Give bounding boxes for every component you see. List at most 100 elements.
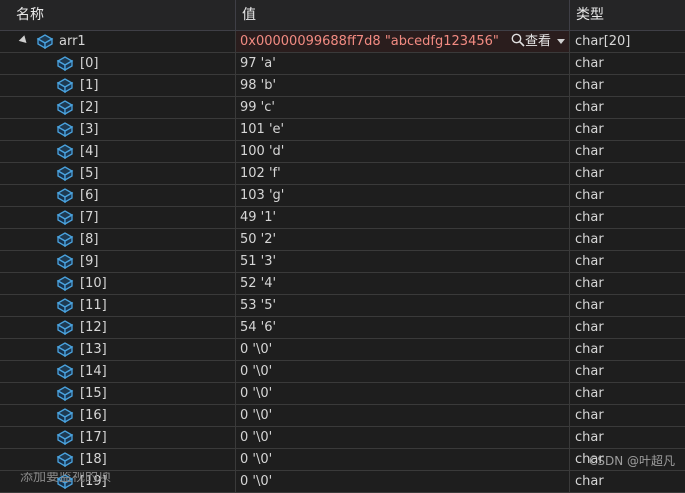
value-cell[interactable]: 101 'e' <box>236 119 569 140</box>
value-cell[interactable]: 50 '2' <box>236 229 569 250</box>
header-type[interactable]: 类型 <box>570 0 685 30</box>
element-index: [12] <box>80 320 107 335</box>
value-cell[interactable]: 99 'c' <box>236 97 569 118</box>
name-cell: [5] <box>0 163 235 184</box>
name-cell: [14] <box>0 361 235 382</box>
type-cell: char <box>575 188 604 203</box>
collapse-triangle-icon[interactable] <box>18 35 30 46</box>
watch-row-element[interactable]: [4] 100 'd' char <box>0 141 685 163</box>
element-index: [17] <box>80 430 107 445</box>
variable-cube-icon <box>56 342 74 357</box>
viewer-label: 查看 <box>524 34 551 49</box>
element-index: [11] <box>80 298 107 313</box>
header-value[interactable]: 值 <box>236 0 569 30</box>
add-watch-placeholder[interactable]: 添加要监视的项 <box>20 472 111 482</box>
watch-row-element[interactable]: [6] 103 'g' char <box>0 185 685 207</box>
variable-cube-icon <box>56 166 74 181</box>
watch-row-element[interactable]: [14] 0 '\0' char <box>0 361 685 383</box>
watch-row-element[interactable]: [8] 50 '2' char <box>0 229 685 251</box>
watch-row-element[interactable]: [1] 98 'b' char <box>0 75 685 97</box>
watch-row-arr1[interactable]: arr1 0x00000099688ff7d8 "abcedfg123456" … <box>0 31 685 53</box>
element-index: [8] <box>80 232 99 247</box>
name-cell: [6] <box>0 185 235 206</box>
type-cell: char <box>575 100 604 115</box>
element-index: [9] <box>80 254 99 269</box>
variable-cube-icon <box>56 144 74 159</box>
variable-cube-icon <box>56 276 74 291</box>
variable-cube-icon <box>56 408 74 423</box>
name-cell: [11] <box>0 295 235 316</box>
watch-row-element[interactable]: [5] 102 'f' char <box>0 163 685 185</box>
type-cell: char <box>575 56 604 71</box>
name-cell: [18] <box>0 449 235 470</box>
watch-row-element[interactable]: [12] 54 '6' char <box>0 317 685 339</box>
element-index: [13] <box>80 342 107 357</box>
value-cell[interactable]: 0 '\0' <box>236 361 569 382</box>
watch-row-element[interactable]: [10] 52 '4' char <box>0 273 685 295</box>
value-cell[interactable]: 100 'd' <box>236 141 569 162</box>
name-cell: [10] <box>0 273 235 294</box>
child-rows: [0] 97 'a' char [1] 98 'b' char [2] 99 'c' char[… <box>0 53 685 493</box>
element-index: [4] <box>80 144 99 159</box>
value-cell[interactable]: 54 '6' <box>236 317 569 338</box>
add-watch-row[interactable]: 添加要监视的项 <box>0 472 685 482</box>
watch-grid: arr1 0x00000099688ff7d8 "abcedfg123456" … <box>0 31 685 493</box>
variable-cube-icon <box>56 430 74 445</box>
value-cell[interactable]: 49 '1' <box>236 207 569 228</box>
value-cell[interactable]: 103 'g' <box>236 185 569 206</box>
watch-row-element[interactable]: [9] 51 '3' char <box>0 251 685 273</box>
value-cell[interactable]: 0 '\0' <box>236 405 569 426</box>
type-cell: char <box>575 342 604 357</box>
type-cell: char <box>575 386 604 401</box>
watch-row-element[interactable]: [7] 49 '1' char <box>0 207 685 229</box>
variable-cube-icon <box>56 298 74 313</box>
chevron-down-icon[interactable] <box>557 39 565 44</box>
name-cell: [15] <box>0 383 235 404</box>
variable-cube-icon <box>56 386 74 401</box>
value-cell[interactable]: 51 '3' <box>236 251 569 272</box>
value-cell[interactable]: 0 '\0' <box>236 427 569 448</box>
variable-cube-icon <box>56 56 74 71</box>
variable-cube-icon <box>56 188 74 203</box>
watch-row-element[interactable]: [15] 0 '\0' char <box>0 383 685 405</box>
watch-row-element[interactable]: [3] 101 'e' char <box>0 119 685 141</box>
type-cell: char <box>575 78 604 93</box>
text-visualizer-button[interactable]: 查看 <box>511 31 565 52</box>
watch-row-element[interactable]: [17] 0 '\0' char <box>0 427 685 449</box>
element-index: [1] <box>80 78 99 93</box>
value-cell[interactable]: 0 '\0' <box>236 383 569 404</box>
header-name[interactable]: 名称 <box>10 0 235 30</box>
value-cell[interactable]: 0 '\0' <box>236 339 569 360</box>
value-cell[interactable]: 0x00000099688ff7d8 "abcedfg123456" 查看 <box>236 31 569 52</box>
value-cell[interactable]: 98 'b' <box>236 75 569 96</box>
variable-cube-icon <box>56 78 74 93</box>
variable-cube-icon <box>56 452 74 467</box>
value-cell[interactable]: 97 'a' <box>236 53 569 74</box>
watch-row-element[interactable]: [11] 53 '5' char <box>0 295 685 317</box>
type-cell: char <box>575 364 604 379</box>
value-cell[interactable]: 52 '4' <box>236 273 569 294</box>
element-index: [0] <box>80 56 99 71</box>
type-cell: char <box>575 430 604 445</box>
element-index: [7] <box>80 210 99 225</box>
value-cell[interactable]: 102 'f' <box>236 163 569 184</box>
value-cell[interactable]: 53 '5' <box>236 295 569 316</box>
variable-cube-icon <box>56 232 74 247</box>
watch-row-element[interactable]: [16] 0 '\0' char <box>0 405 685 427</box>
value-cell[interactable]: 0 '\0' <box>236 449 569 470</box>
type-cell: char <box>575 232 604 247</box>
watch-row-element[interactable]: [0] 97 'a' char <box>0 53 685 75</box>
name-cell: arr1 <box>0 31 235 52</box>
variable-name: arr1 <box>59 34 86 49</box>
watch-row-element[interactable]: [13] 0 '\0' char <box>0 339 685 361</box>
variable-cube-icon <box>56 364 74 379</box>
watch-row-element[interactable]: [2] 99 'c' char <box>0 97 685 119</box>
element-index: [5] <box>80 166 99 181</box>
search-icon <box>511 33 525 47</box>
name-cell: [17] <box>0 427 235 448</box>
watch-row-element[interactable]: [18] 0 '\0' char <box>0 449 685 471</box>
type-cell: char <box>575 298 604 313</box>
name-cell: [16] <box>0 405 235 426</box>
variable-cube-icon <box>56 122 74 137</box>
element-index: [14] <box>80 364 107 379</box>
